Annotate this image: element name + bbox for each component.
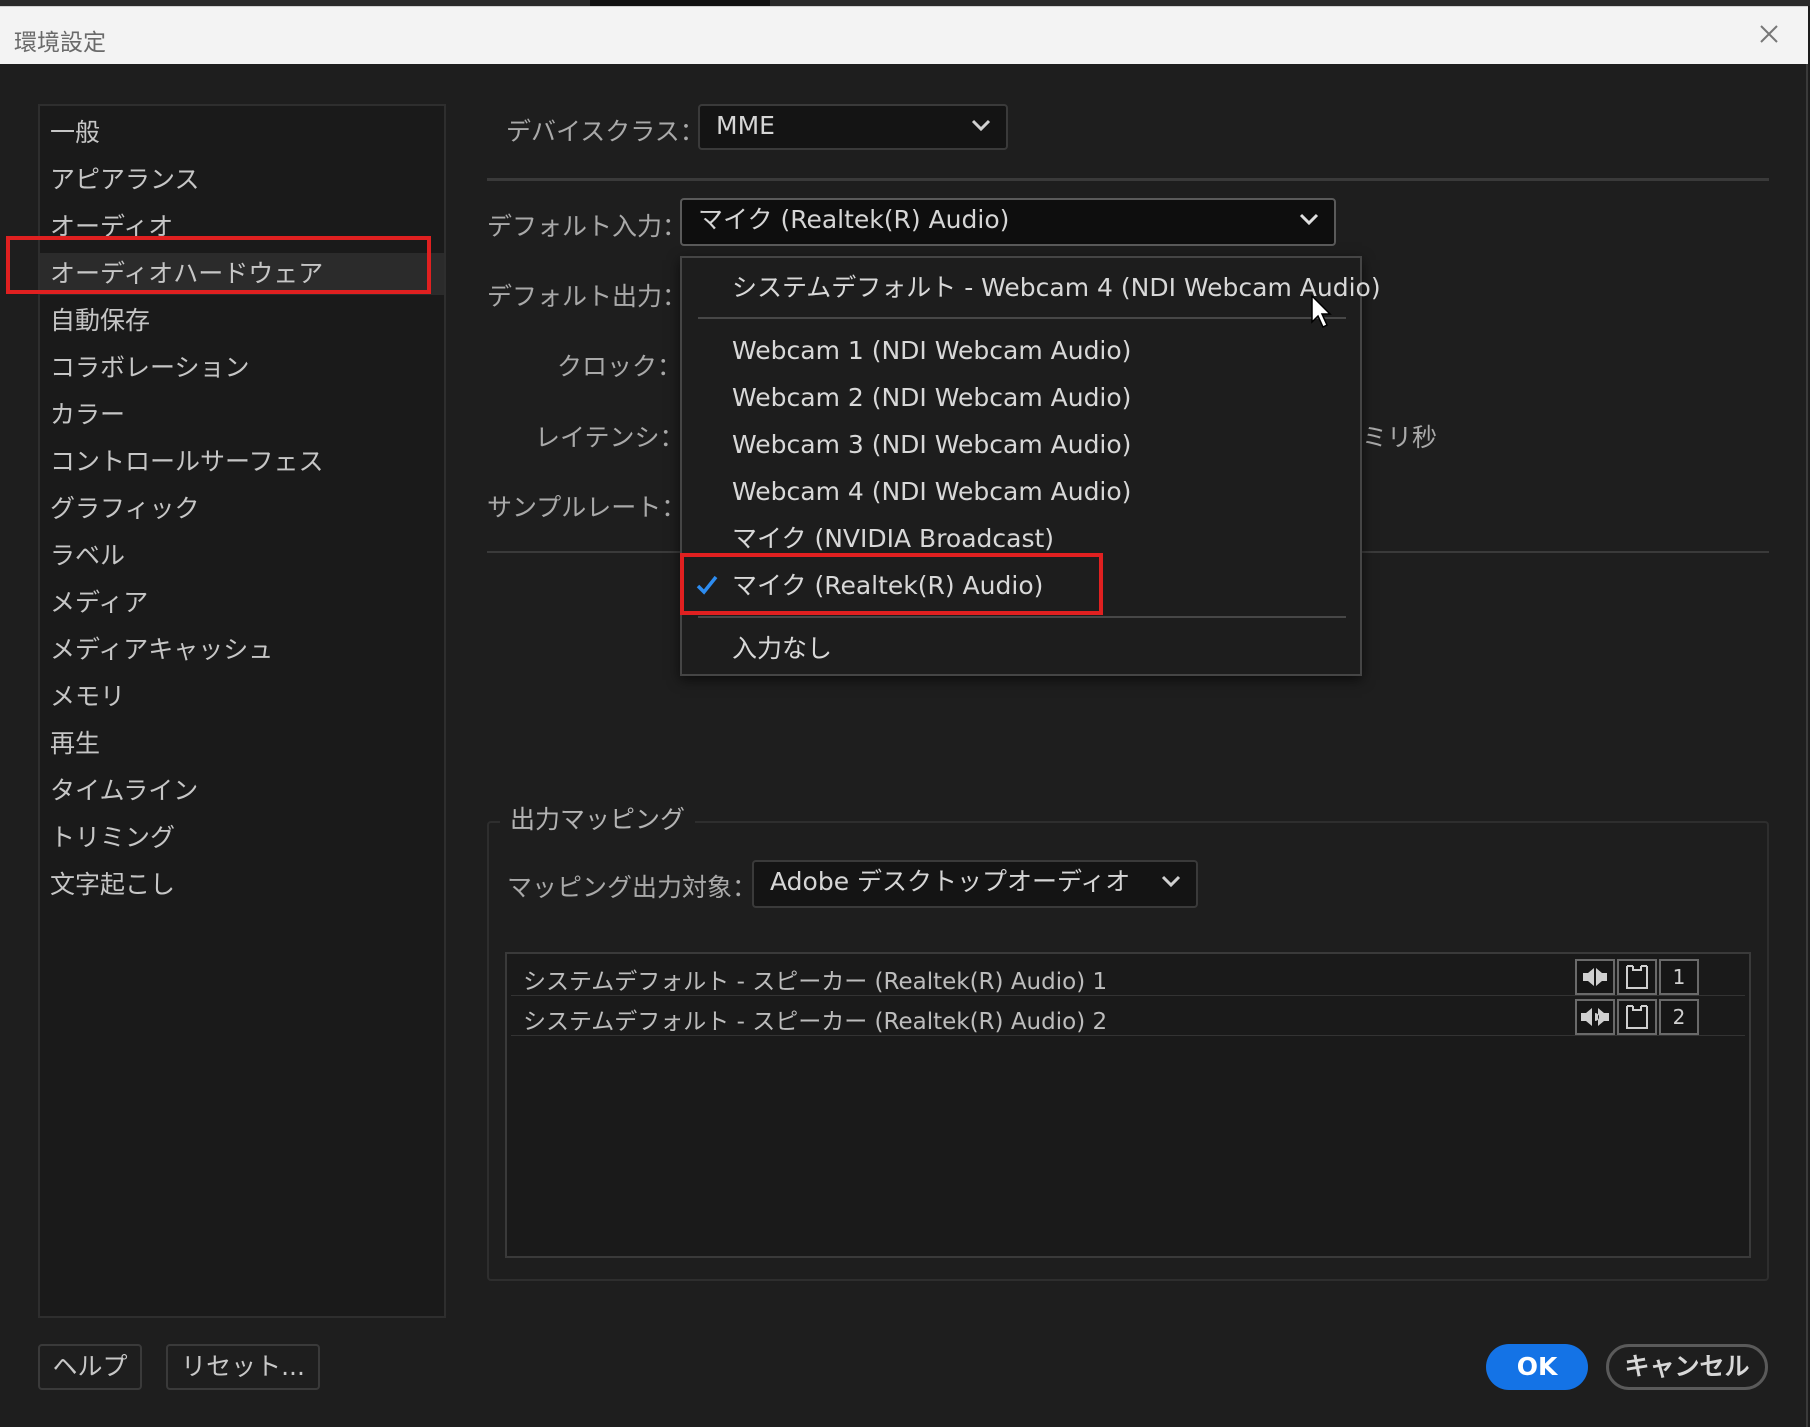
sample-rate-label: サンプルレート： [487, 493, 687, 522]
default-output-label: デフォルト出力： [487, 282, 688, 311]
sidebar-item-trimming[interactable]: トリミング [50, 817, 175, 859]
sidebar-item-memory[interactable]: メモリ [50, 676, 125, 718]
speaker-left-icon[interactable] [1575, 959, 1615, 995]
ok-button[interactable]: OK [1486, 1344, 1588, 1390]
sidebar-item-collaboration[interactable]: コラボレーション [50, 347, 250, 389]
channel-number-button[interactable]: 2 [1659, 999, 1699, 1035]
clock-label: クロック： [557, 352, 683, 381]
mapping-row-label: システムデフォルト - スピーカー (Realtek(R) Audio) 2 [523, 1009, 1108, 1035]
cancel-button[interactable]: キャンセル [1606, 1344, 1768, 1390]
sidebar-item-media[interactable]: メディア [50, 582, 148, 624]
chevron-down-icon [1161, 875, 1181, 888]
sidebar-item-color[interactable]: カラー [50, 394, 125, 436]
speaker-right-icon[interactable] [1575, 999, 1615, 1035]
sidebar-item-general[interactable]: 一般 [50, 112, 100, 154]
dropdown-separator [698, 317, 1346, 319]
latency-label: レイテンシ： [535, 423, 685, 452]
dropdown-separator [698, 616, 1346, 618]
chevron-down-icon [971, 119, 991, 132]
dropdown-option-webcam-1[interactable]: Webcam 1 (NDI Webcam Audio) [732, 331, 1131, 371]
dropdown-option-webcam-3[interactable]: Webcam 3 (NDI Webcam Audio) [732, 425, 1131, 465]
window-title: 環境設定 [14, 30, 106, 56]
dropdown-option-webcam-4[interactable]: Webcam 4 (NDI Webcam Audio) [732, 472, 1131, 512]
channel-number-button[interactable]: 1 [1659, 959, 1699, 995]
device-class-label: デバイスクラス： [506, 117, 705, 146]
section-divider [487, 178, 1769, 181]
channel-map-icon[interactable] [1617, 959, 1657, 995]
help-button[interactable]: ヘルプ [38, 1344, 142, 1390]
title-bar: 環境設定 [0, 6, 1808, 64]
sidebar-item-graphics[interactable]: グラフィック [50, 488, 200, 530]
sidebar-item-appearance[interactable]: アピアランス [50, 159, 200, 201]
mapping-target-select[interactable]: Adobe デスクトップオーディオ [752, 860, 1198, 908]
sidebar-item-timeline[interactable]: タイムライン [50, 770, 198, 812]
highlight-box-dropdown [680, 553, 1103, 615]
sidebar-item-labels[interactable]: ラベル [50, 535, 125, 577]
mapping-target-value: Adobe デスクトップオーディオ [770, 867, 1131, 896]
dropdown-option-no-input[interactable]: 入力なし [732, 629, 832, 669]
output-mapping-list: システムデフォルト - スピーカー (Realtek(R) Audio) 1 1… [505, 952, 1751, 1258]
table-row[interactable]: システムデフォルト - スピーカー (Realtek(R) Audio) 2 2 [511, 996, 1745, 1036]
mouse-cursor-icon [1311, 294, 1332, 329]
sidebar-item-control-surface[interactable]: コントロールサーフェス [50, 441, 324, 483]
highlight-box-sidebar [6, 236, 431, 294]
sidebar-item-auto-save[interactable]: 自動保存 [50, 300, 150, 342]
mapping-target-label: マッピング出力対象： [507, 873, 758, 902]
dropdown-option-webcam-2[interactable]: Webcam 2 (NDI Webcam Audio) [732, 378, 1131, 418]
output-mapping-title: 出力マッピング [500, 800, 696, 836]
sidebar-item-media-cache[interactable]: メディアキャッシュ [50, 629, 273, 671]
sidebar-item-playback[interactable]: 再生 [50, 723, 100, 765]
channel-map-icon[interactable] [1617, 999, 1657, 1035]
device-class-select[interactable]: MME [698, 104, 1008, 150]
close-icon[interactable] [1754, 19, 1784, 49]
default-input-select[interactable]: マイク (Realtek(R) Audio) [680, 198, 1336, 246]
dropdown-option-system-default[interactable]: システムデフォルト - Webcam 4 (NDI Webcam Audio) [732, 268, 1381, 308]
latency-unit: ミリ秒 [1362, 423, 1438, 452]
table-row[interactable]: システムデフォルト - スピーカー (Realtek(R) Audio) 1 1 [511, 956, 1745, 996]
sidebar-item-transcription[interactable]: 文字起こし [50, 864, 175, 906]
default-input-label: デフォルト入力： [487, 212, 688, 241]
chevron-down-icon [1299, 213, 1319, 226]
preferences-dialog: 一般 アピアランス オーディオ オーディオハードウェア 自動保存 コラボレーショ… [0, 64, 1808, 1427]
default-input-value: マイク (Realtek(R) Audio) [698, 205, 1010, 234]
mapping-row-label: システムデフォルト - スピーカー (Realtek(R) Audio) 1 [523, 969, 1108, 995]
device-class-value: MME [716, 111, 775, 140]
reset-button[interactable]: リセット... [166, 1344, 320, 1390]
